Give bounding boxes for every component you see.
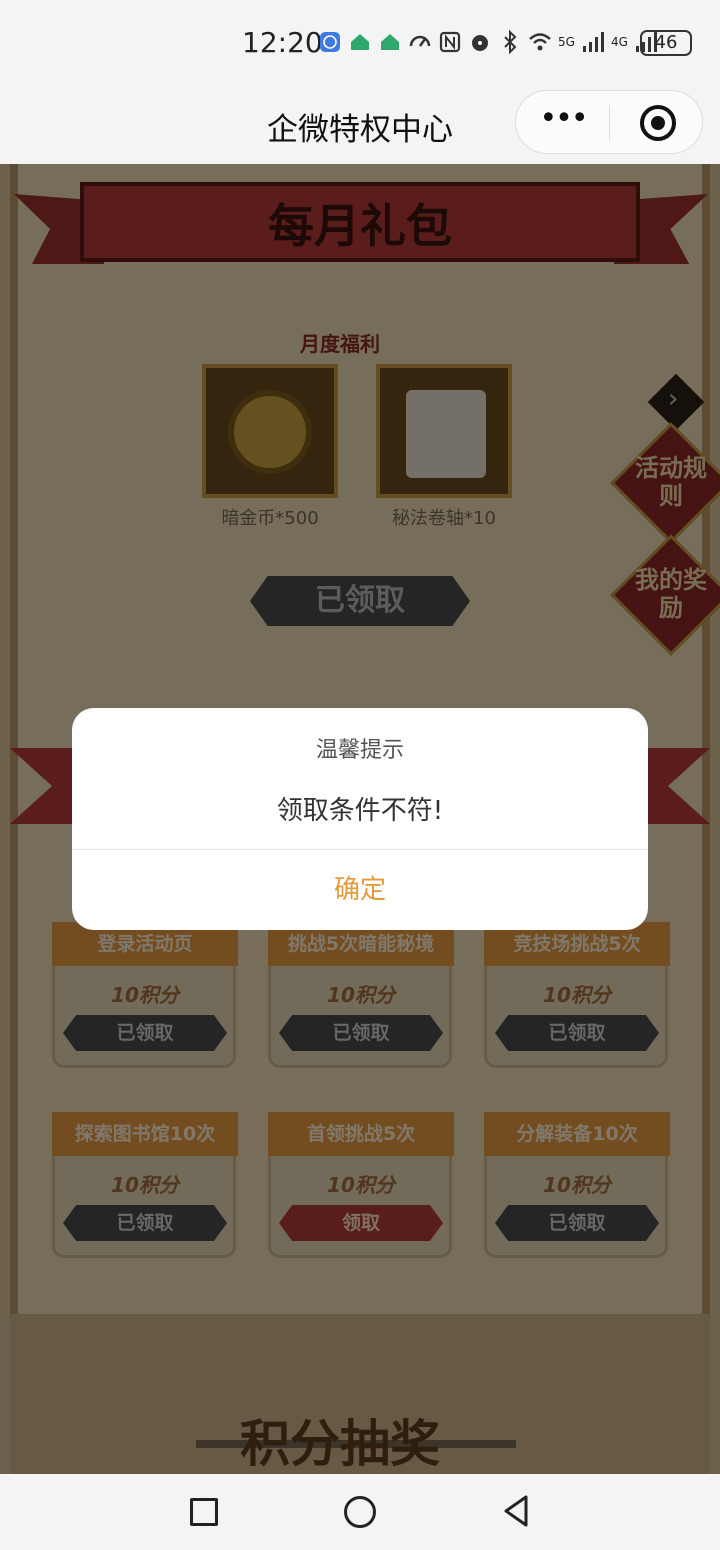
confirm-button[interactable]: 确定: [72, 850, 648, 930]
triangle-back-icon[interactable]: [502, 1494, 530, 1528]
globe-icon: [320, 32, 340, 52]
wifi-icon: [529, 33, 551, 51]
alert-dialog: 温馨提示 领取条件不符! 确定: [72, 708, 648, 930]
target-icon[interactable]: [640, 105, 676, 141]
square-icon[interactable]: [190, 1498, 218, 1526]
capsule-menu: •••: [515, 90, 703, 154]
battery-indicator: 46: [640, 30, 692, 56]
app-header: 企微特权中心 •••: [0, 88, 720, 164]
status-bar: 12:20 5G 4G 46: [0, 0, 720, 88]
more-dots-icon[interactable]: •••: [538, 99, 588, 139]
circle-icon[interactable]: [344, 1496, 376, 1528]
home-icon: [351, 34, 369, 50]
capsule-divider: [609, 105, 610, 141]
dialog-title: 温馨提示: [315, 738, 404, 763]
system-nav-bar: [0, 1474, 720, 1550]
dialog-message: 领取条件不符!: [276, 796, 444, 826]
signal-icon: [582, 32, 604, 52]
speedometer-icon: [409, 35, 431, 47]
bluetooth-icon: [504, 30, 517, 54]
clock: 12:20: [242, 26, 323, 59]
alarm-icon: [472, 35, 488, 51]
network-5g: 5G: [558, 35, 575, 49]
status-icons: 5G 4G: [318, 30, 658, 54]
network-4g: 4G: [610, 35, 628, 49]
nfc-icon: [439, 31, 461, 53]
home-icon: [381, 34, 399, 50]
